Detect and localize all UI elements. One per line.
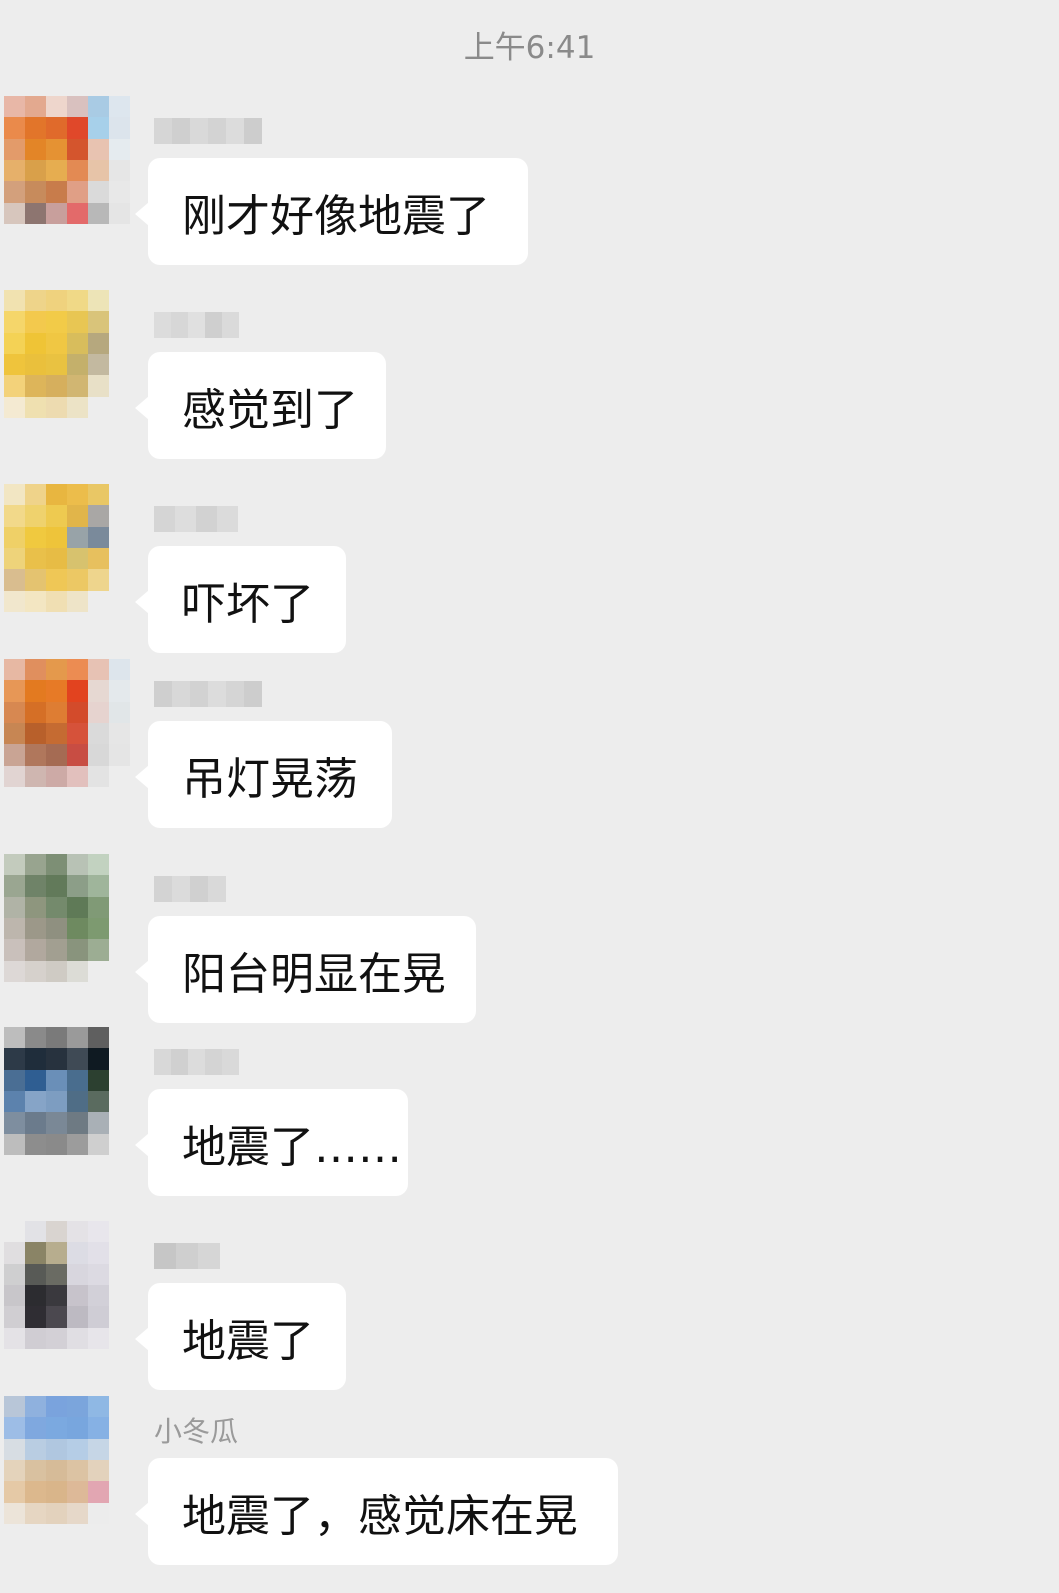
avatar[interactable] <box>4 484 130 612</box>
message-row: 地震了 <box>0 1221 1059 1393</box>
message-bubble[interactable]: 地震了 <box>135 1283 346 1390</box>
message-row: 吓坏了 <box>0 484 1059 656</box>
message-bubble[interactable]: 地震了…… <box>135 1089 408 1196</box>
sender-name <box>154 876 226 904</box>
avatar[interactable] <box>4 1027 130 1155</box>
message-row: 小冬瓜地震了，感觉床在晃 <box>0 1396 1059 1568</box>
avatar[interactable] <box>4 659 130 787</box>
sender-name <box>154 1049 239 1077</box>
sender-name: 小冬瓜 <box>154 1415 239 1448</box>
message-bubble[interactable]: 刚才好像地震了 <box>135 158 528 265</box>
message-row: 吊灯晃荡 <box>0 659 1059 831</box>
message-bubble[interactable]: 阳台明显在晃 <box>135 916 476 1023</box>
sender-name <box>154 1243 220 1271</box>
message-bubble[interactable]: 吊灯晃荡 <box>135 721 392 828</box>
avatar[interactable] <box>4 1221 130 1349</box>
avatar[interactable] <box>4 96 130 224</box>
message-bubble[interactable]: 吓坏了 <box>135 546 346 653</box>
sender-name <box>154 506 238 534</box>
message-row: 阳台明显在晃 <box>0 854 1059 1026</box>
message-bubble[interactable]: 地震了，感觉床在晃 <box>135 1458 618 1565</box>
avatar[interactable] <box>4 854 130 982</box>
message-bubble[interactable]: 感觉到了 <box>135 352 386 459</box>
sender-name <box>154 312 239 340</box>
message-row: 感觉到了 <box>0 290 1059 462</box>
message-row: 刚才好像地震了 <box>0 96 1059 268</box>
avatar[interactable] <box>4 290 130 418</box>
message-timestamp: 上午6:41 <box>463 30 596 66</box>
sender-name <box>154 118 262 146</box>
message-row: 地震了…… <box>0 1027 1059 1199</box>
sender-name <box>154 681 262 709</box>
avatar[interactable] <box>4 1396 130 1524</box>
